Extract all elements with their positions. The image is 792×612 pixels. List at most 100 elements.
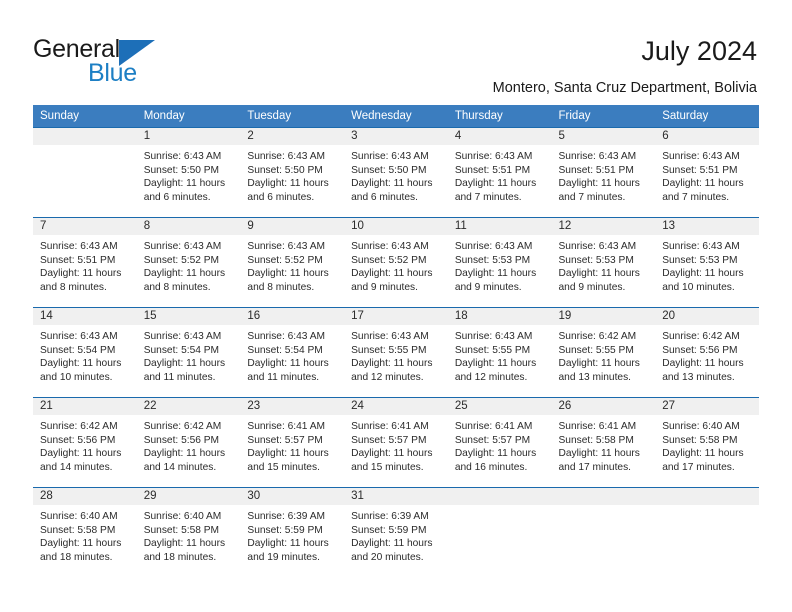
calendar-page: General Blue July 2024 Montero, Santa Cr…	[0, 0, 792, 612]
daylight-text-line1: Daylight: 11 hours	[247, 538, 329, 550]
daylight-text-line1: Daylight: 11 hours	[454, 268, 537, 280]
calendar-day-cell[interactable]: 16 Sunrise: 6:43 AM Sunset: 5:54 PM Dayligh…	[240, 307, 345, 398]
daylight-text-line2: and 15 minutes.	[247, 461, 320, 473]
calendar-day-cell[interactable]: 5 Sunrise: 6:43 AM Sunset: 5:51 PM Daylight…	[551, 127, 656, 218]
calendar-day-cell[interactable]: 20 Sunrise: 6:42 AM Sunset: 5:56 PM Dayligh…	[655, 307, 759, 398]
calendar-day-cell[interactable]: 24 Sunrise: 6:41 AM Sunset: 5:57 PM Dayligh…	[344, 397, 448, 488]
sunrise-text: Sunrise: 6:43 AM	[351, 241, 429, 252]
calendar-day-cell[interactable]: 12 Sunrise: 6:43 AM Sunset: 5:53 PM Dayligh…	[551, 217, 656, 308]
daylight-text-line2: and 6 minutes.	[247, 191, 315, 203]
calendar-day-details: Sunrise: 6:43 AM Sunset: 5:50 PM Daylight:…	[137, 145, 241, 204]
daylight-text-line1: Daylight: 11 hours	[351, 538, 433, 550]
calendar-day-number	[551, 488, 656, 505]
calendar-day-cell[interactable]: 4 Sunrise: 6:43 AM Sunset: 5:51 PM Daylight…	[447, 127, 552, 218]
calendar-day-number: 12	[551, 218, 656, 235]
calendar-week-row: 14 Sunrise: 6:43 AM Sunset: 5:54 PM Dayligh…	[33, 307, 759, 398]
daylight-text-line1: Daylight: 11 hours	[351, 448, 433, 460]
calendar-day-cell[interactable]: 3 Sunrise: 6:43 AM Sunset: 5:50 PM Daylight…	[344, 127, 448, 218]
calendar-day-cell[interactable]: 8 Sunrise: 6:43 AM Sunset: 5:52 PM Daylight…	[136, 217, 241, 308]
sunset-text: Sunset: 5:50 PM	[143, 164, 220, 176]
sunset-text: Sunset: 5:57 PM	[247, 434, 323, 446]
calendar-day-cell[interactable]: 9 Sunrise: 6:43 AM Sunset: 5:52 PM Daylight…	[240, 217, 345, 308]
daylight-text-line1: Daylight: 11 hours	[558, 268, 640, 280]
calendar-day-cell[interactable]: 17 Sunrise: 6:43 AM Sunset: 5:55 PM Dayligh…	[344, 307, 448, 398]
calendar-day-cell[interactable]: 10 Sunrise: 6:43 AM Sunset: 5:52 PM Dayligh…	[344, 217, 448, 308]
sunrise-text: Sunrise: 6:40 AM	[40, 511, 118, 522]
sunset-text: Sunset: 5:51 PM	[558, 164, 634, 176]
calendar-week-row: 21 Sunrise: 6:42 AM Sunset: 5:56 PM Dayligh…	[33, 397, 759, 488]
calendar-day-cell[interactable]: 7 Sunrise: 6:43 AM Sunset: 5:51 PM Daylight…	[33, 217, 137, 308]
sunset-text: Sunset: 5:54 PM	[40, 344, 116, 356]
calendar-day-number	[33, 128, 137, 145]
calendar-day-number: 5	[551, 128, 656, 145]
calendar-day-details: Sunrise: 6:43 AM Sunset: 5:51 PM Daylight:…	[33, 235, 137, 294]
calendar-day-number: 30	[240, 488, 345, 505]
sunrise-text: Sunrise: 6:43 AM	[247, 241, 325, 252]
calendar-day-cell[interactable]: 28 Sunrise: 6:40 AM Sunset: 5:58 PM Dayligh…	[33, 487, 137, 578]
calendar-day-number: 4	[447, 128, 552, 145]
calendar-day-details: Sunrise: 6:43 AM Sunset: 5:51 PM Daylight:…	[448, 145, 552, 204]
daylight-text-line2: and 16 minutes.	[454, 461, 528, 473]
calendar-day-cell[interactable]: 14 Sunrise: 6:43 AM Sunset: 5:54 PM Dayligh…	[33, 307, 137, 398]
calendar-day-cell[interactable]: 18 Sunrise: 6:43 AM Sunset: 5:55 PM Dayligh…	[447, 307, 552, 398]
daylight-text-line2: and 6 minutes.	[143, 191, 211, 203]
calendar-day-cell[interactable]: 15 Sunrise: 6:43 AM Sunset: 5:54 PM Dayligh…	[136, 307, 241, 398]
sunrise-text: Sunrise: 6:40 AM	[662, 421, 740, 432]
calendar-day-cell[interactable]: 25 Sunrise: 6:41 AM Sunset: 5:57 PM Dayligh…	[447, 397, 552, 488]
calendar-day-details: Sunrise: 6:42 AM Sunset: 5:55 PM Daylight:…	[552, 325, 656, 384]
calendar-day-number: 28	[33, 488, 137, 505]
calendar-day-number: 1	[136, 128, 241, 145]
calendar-day-number: 18	[447, 308, 552, 325]
calendar-day-cell-empty	[655, 487, 759, 578]
brand-logo[interactable]: General Blue	[33, 35, 233, 91]
sunrise-text: Sunrise: 6:42 AM	[662, 331, 740, 342]
daylight-text-line1: Daylight: 11 hours	[662, 268, 744, 280]
sunset-text: Sunset: 5:59 PM	[351, 524, 427, 536]
calendar-day-cell[interactable]: 30 Sunrise: 6:39 AM Sunset: 5:59 PM Dayligh…	[240, 487, 345, 578]
calendar-day-number: 17	[344, 308, 448, 325]
daylight-text-line1: Daylight: 11 hours	[454, 358, 537, 370]
daylight-text-line1: Daylight: 11 hours	[351, 178, 433, 190]
calendar-day-details: Sunrise: 6:43 AM Sunset: 5:53 PM Daylight:…	[552, 235, 656, 294]
calendar-day-number: 11	[447, 218, 552, 235]
daylight-text-line1: Daylight: 11 hours	[247, 358, 329, 370]
sunset-text: Sunset: 5:52 PM	[143, 254, 220, 266]
calendar-day-details: Sunrise: 6:43 AM Sunset: 5:54 PM Daylight:…	[240, 325, 344, 384]
daylight-text-line1: Daylight: 11 hours	[662, 358, 744, 370]
calendar-day-cell[interactable]: 21 Sunrise: 6:42 AM Sunset: 5:56 PM Dayligh…	[33, 397, 137, 488]
sunset-text: Sunset: 5:52 PM	[247, 254, 323, 266]
sunset-text: Sunset: 5:58 PM	[558, 434, 634, 446]
sunset-text: Sunset: 5:56 PM	[40, 434, 116, 446]
sunrise-text: Sunrise: 6:41 AM	[247, 421, 325, 432]
calendar-day-details: Sunrise: 6:41 AM Sunset: 5:57 PM Daylight:…	[448, 415, 552, 474]
calendar-day-cell[interactable]: 13 Sunrise: 6:43 AM Sunset: 5:53 PM Dayligh…	[655, 217, 759, 308]
daylight-text-line1: Daylight: 11 hours	[247, 178, 329, 190]
calendar-day-cell[interactable]: 11 Sunrise: 6:43 AM Sunset: 5:53 PM Dayligh…	[447, 217, 552, 308]
weekday-header-thursday: Thursday	[447, 105, 552, 128]
calendar-day-cell[interactable]: 1 Sunrise: 6:43 AM Sunset: 5:50 PM Daylight…	[136, 127, 241, 218]
calendar-day-number: 31	[344, 488, 448, 505]
calendar-day-cell[interactable]: 22 Sunrise: 6:42 AM Sunset: 5:56 PM Dayligh…	[136, 397, 241, 488]
sunrise-text: Sunrise: 6:42 AM	[143, 421, 222, 432]
calendar-day-cell[interactable]: 19 Sunrise: 6:42 AM Sunset: 5:55 PM Dayligh…	[551, 307, 656, 398]
page-header: General Blue July 2024 Montero, Santa Cr…	[0, 0, 792, 100]
calendar-day-cell[interactable]: 31 Sunrise: 6:39 AM Sunset: 5:59 PM Dayligh…	[344, 487, 448, 578]
calendar-day-cell[interactable]: 26 Sunrise: 6:41 AM Sunset: 5:58 PM Dayligh…	[551, 397, 656, 488]
sunset-text: Sunset: 5:57 PM	[351, 434, 427, 446]
calendar-day-cell-empty	[33, 127, 137, 218]
sunrise-text: Sunrise: 6:43 AM	[454, 331, 533, 342]
daylight-text-line1: Daylight: 11 hours	[558, 178, 640, 190]
sunrise-text: Sunrise: 6:41 AM	[558, 421, 637, 432]
sunrise-text: Sunrise: 6:40 AM	[143, 511, 222, 522]
calendar-day-number: 8	[136, 218, 241, 235]
calendar-day-cell[interactable]: 6 Sunrise: 6:43 AM Sunset: 5:51 PM Daylight…	[655, 127, 759, 218]
calendar-day-cell[interactable]: 23 Sunrise: 6:41 AM Sunset: 5:57 PM Dayligh…	[240, 397, 345, 488]
calendar-day-number: 10	[344, 218, 448, 235]
calendar-day-cell[interactable]: 2 Sunrise: 6:43 AM Sunset: 5:50 PM Daylight…	[240, 127, 345, 218]
daylight-text-line1: Daylight: 11 hours	[143, 358, 226, 370]
calendar-day-cell[interactable]: 29 Sunrise: 6:40 AM Sunset: 5:58 PM Dayligh…	[136, 487, 241, 578]
daylight-text-line1: Daylight: 11 hours	[558, 358, 640, 370]
calendar-day-number	[655, 488, 759, 505]
calendar-day-cell[interactable]: 27 Sunrise: 6:40 AM Sunset: 5:58 PM Dayligh…	[655, 397, 759, 488]
weekday-header-monday: Monday	[136, 105, 241, 128]
